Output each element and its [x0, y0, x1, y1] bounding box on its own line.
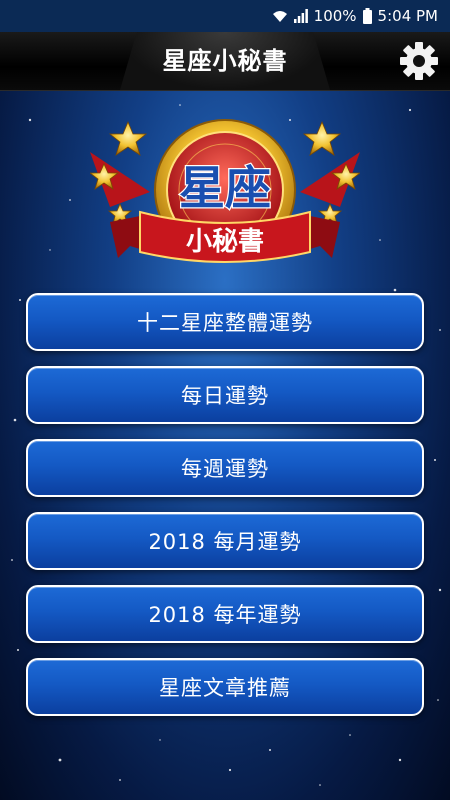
yearly-fortune-button[interactable]: 2018 每年運勢 [26, 585, 424, 643]
signal-icon [293, 9, 308, 23]
logo-subtitle: 小秘書 [186, 226, 264, 257]
wifi-icon [272, 9, 288, 23]
settings-button[interactable] [394, 36, 444, 86]
monthly-fortune-button[interactable]: 2018 每月運勢 [26, 512, 424, 570]
gear-icon [400, 42, 438, 80]
logo-title: 星座 [179, 161, 271, 215]
weekly-fortune-button[interactable]: 每週運勢 [26, 439, 424, 497]
daily-fortune-button[interactable]: 每日運勢 [26, 366, 424, 424]
main-menu: 十二星座整體運勢 每日運勢 每週運勢 2018 每月運勢 2018 每年運勢 星… [26, 293, 424, 731]
app-title: 星座小秘書 [162, 47, 288, 75]
status-time: 5:04 PM [377, 7, 438, 25]
status-bar: 100% 5:04 PM [0, 0, 450, 32]
app-logo: 星座 小秘書 [90, 119, 360, 263]
app-bar: 星座小秘書 [0, 32, 450, 91]
overall-fortune-button[interactable]: 十二星座整體運勢 [26, 293, 424, 351]
battery-icon [362, 8, 372, 24]
articles-button[interactable]: 星座文章推薦 [26, 658, 424, 716]
battery-percent: 100% [313, 7, 357, 25]
